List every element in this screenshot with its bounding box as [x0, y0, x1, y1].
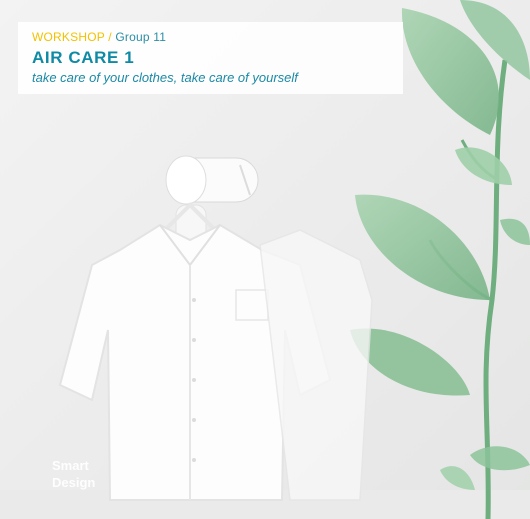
title-banner: WORKSHOP / Group 11 AIR CARE 1 take care… — [18, 22, 403, 94]
workshop-label: WORKSHOP — [32, 30, 105, 44]
subtitle: take care of your clothes, take care of … — [32, 70, 298, 85]
smart-design-logo: Smart Design — [52, 458, 95, 490]
page-title: AIR CARE 1 — [32, 48, 135, 67]
logo-line-1: Smart — [52, 458, 90, 473]
eyebrow: WORKSHOP / Group 11 — [32, 30, 166, 44]
logo-line-2: Design — [52, 475, 95, 490]
poster: WORKSHOP / Group 11 AIR CARE 1 take care… — [0, 0, 530, 519]
group-label: Group 11 — [115, 30, 167, 44]
eyebrow-separator: / — [108, 30, 112, 44]
